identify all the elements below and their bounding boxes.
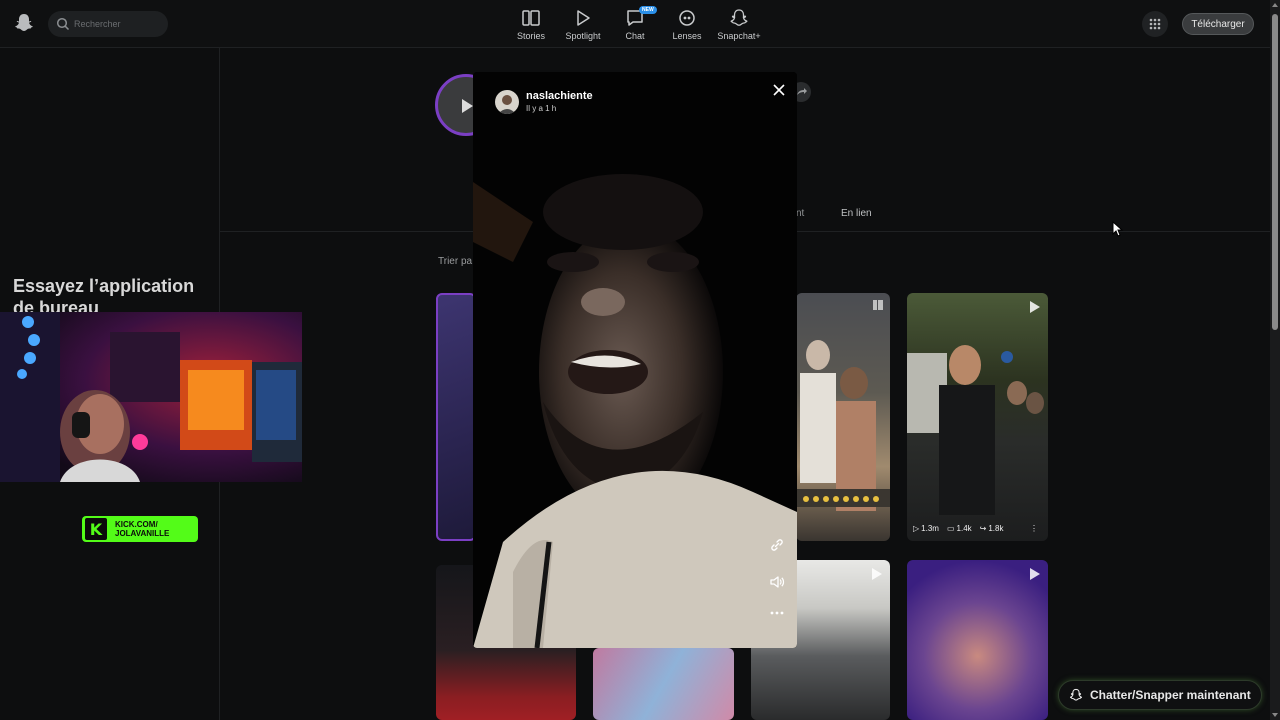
spotlight-tile[interactable] xyxy=(593,648,734,720)
snapchat-ghost-icon[interactable] xyxy=(14,12,34,34)
ghost-icon xyxy=(1069,688,1083,701)
kick-channel-banner[interactable]: K KICK.COM/ JOLAVANILLE xyxy=(82,516,198,542)
video-play-icon xyxy=(1030,568,1040,580)
link-icon[interactable] xyxy=(769,537,785,553)
tile-stats: ▷ 1.3m ▭ 1.4k ↪ 1.8k xyxy=(913,524,1003,533)
chat-snap-now-button[interactable]: Chatter/Snapper maintenant xyxy=(1058,680,1262,710)
ghost-plus-icon xyxy=(730,9,748,26)
story-play-icon xyxy=(462,99,473,113)
nav-label: Chat xyxy=(625,31,645,41)
kick-logo-icon: K xyxy=(85,518,107,540)
comments-count: ▭ 1.4k xyxy=(946,524,972,533)
main-nav: Stories Spotlight NEW Chat Lenses Snapch… xyxy=(505,6,765,41)
play-icon xyxy=(577,10,590,26)
new-badge: NEW xyxy=(639,6,657,14)
spotlight-tile[interactable] xyxy=(907,560,1048,720)
kick-channel-name: JOLAVANILLE xyxy=(115,529,170,538)
story-timestamp: Il y a 1 h xyxy=(526,104,557,113)
nav-lenses[interactable]: Lenses xyxy=(661,8,713,41)
nav-label: Stories xyxy=(516,31,545,41)
lens-icon xyxy=(679,10,695,26)
speaker-icon[interactable] xyxy=(769,574,785,590)
search-icon xyxy=(56,17,70,31)
nav-chat[interactable]: NEW Chat xyxy=(609,6,661,41)
spotlight-tile[interactable] xyxy=(796,293,890,541)
stories-icon xyxy=(873,300,883,310)
sort-label[interactable]: Trier pa xyxy=(438,256,472,267)
views-count: ▷ 1.3m xyxy=(913,524,939,533)
top-bar: Stories Spotlight NEW Chat Lenses xyxy=(0,0,1270,48)
search-input[interactable] xyxy=(74,11,164,37)
download-button[interactable]: Télécharger xyxy=(1182,13,1254,35)
avatar-image xyxy=(498,95,516,114)
streamer-webcam-overlay xyxy=(0,312,302,482)
nav-label: Snapchat+ xyxy=(717,31,761,41)
nav-spotlight[interactable]: Spotlight xyxy=(557,8,609,41)
scroll-down-arrow[interactable] xyxy=(1272,713,1278,717)
close-icon[interactable] xyxy=(771,82,787,98)
highlight-tile[interactable] xyxy=(436,293,476,541)
more-options-icon[interactable] xyxy=(769,608,785,618)
nav-snapchat-plus[interactable]: Snapchat+ xyxy=(713,8,765,41)
tile-thumbnail xyxy=(907,345,1044,515)
video-play-icon xyxy=(1030,301,1040,313)
nav-label: Lenses xyxy=(672,31,702,41)
tab-partial[interactable]: nt xyxy=(796,208,804,219)
scroll-up-arrow[interactable] xyxy=(1272,3,1278,7)
webcam-image xyxy=(0,312,302,482)
page-scrollbar[interactable] xyxy=(1270,0,1280,720)
search-bar[interactable] xyxy=(48,11,168,37)
chat-snap-now-label: Chatter/Snapper maintenant xyxy=(1090,688,1251,702)
nav-stories[interactable]: Stories xyxy=(505,8,557,41)
comments-value: 1.4k xyxy=(956,524,972,533)
spotlight-tile[interactable]: ▷ 1.3m ▭ 1.4k ↪ 1.8k ⋮ xyxy=(907,293,1048,541)
kick-domain: KICK.COM/ xyxy=(115,520,158,529)
story-video-frame[interactable] xyxy=(473,72,797,648)
video-play-icon xyxy=(872,568,882,580)
nav-label: Spotlight xyxy=(565,31,601,41)
tab-en-lien[interactable]: En lien xyxy=(841,208,872,219)
story-viewer-modal: naslachiente Il y a 1 h xyxy=(473,72,797,648)
shares-count: ↪ 1.8k xyxy=(979,524,1004,533)
tile-thumbnail xyxy=(796,340,890,511)
shares-value: 1.8k xyxy=(988,524,1004,533)
story-author-username[interactable]: naslachiente xyxy=(526,90,593,102)
grid-icon xyxy=(1149,18,1161,30)
story-author-avatar[interactable] xyxy=(495,90,519,114)
tile-more-icon[interactable]: ⋮ xyxy=(1030,524,1038,533)
mouse-cursor-icon xyxy=(1112,221,1124,237)
stories-icon xyxy=(522,10,540,26)
views-value: 1.3m xyxy=(921,524,939,533)
scroll-thumb[interactable] xyxy=(1272,14,1278,330)
apps-grid-button[interactable] xyxy=(1142,11,1168,37)
